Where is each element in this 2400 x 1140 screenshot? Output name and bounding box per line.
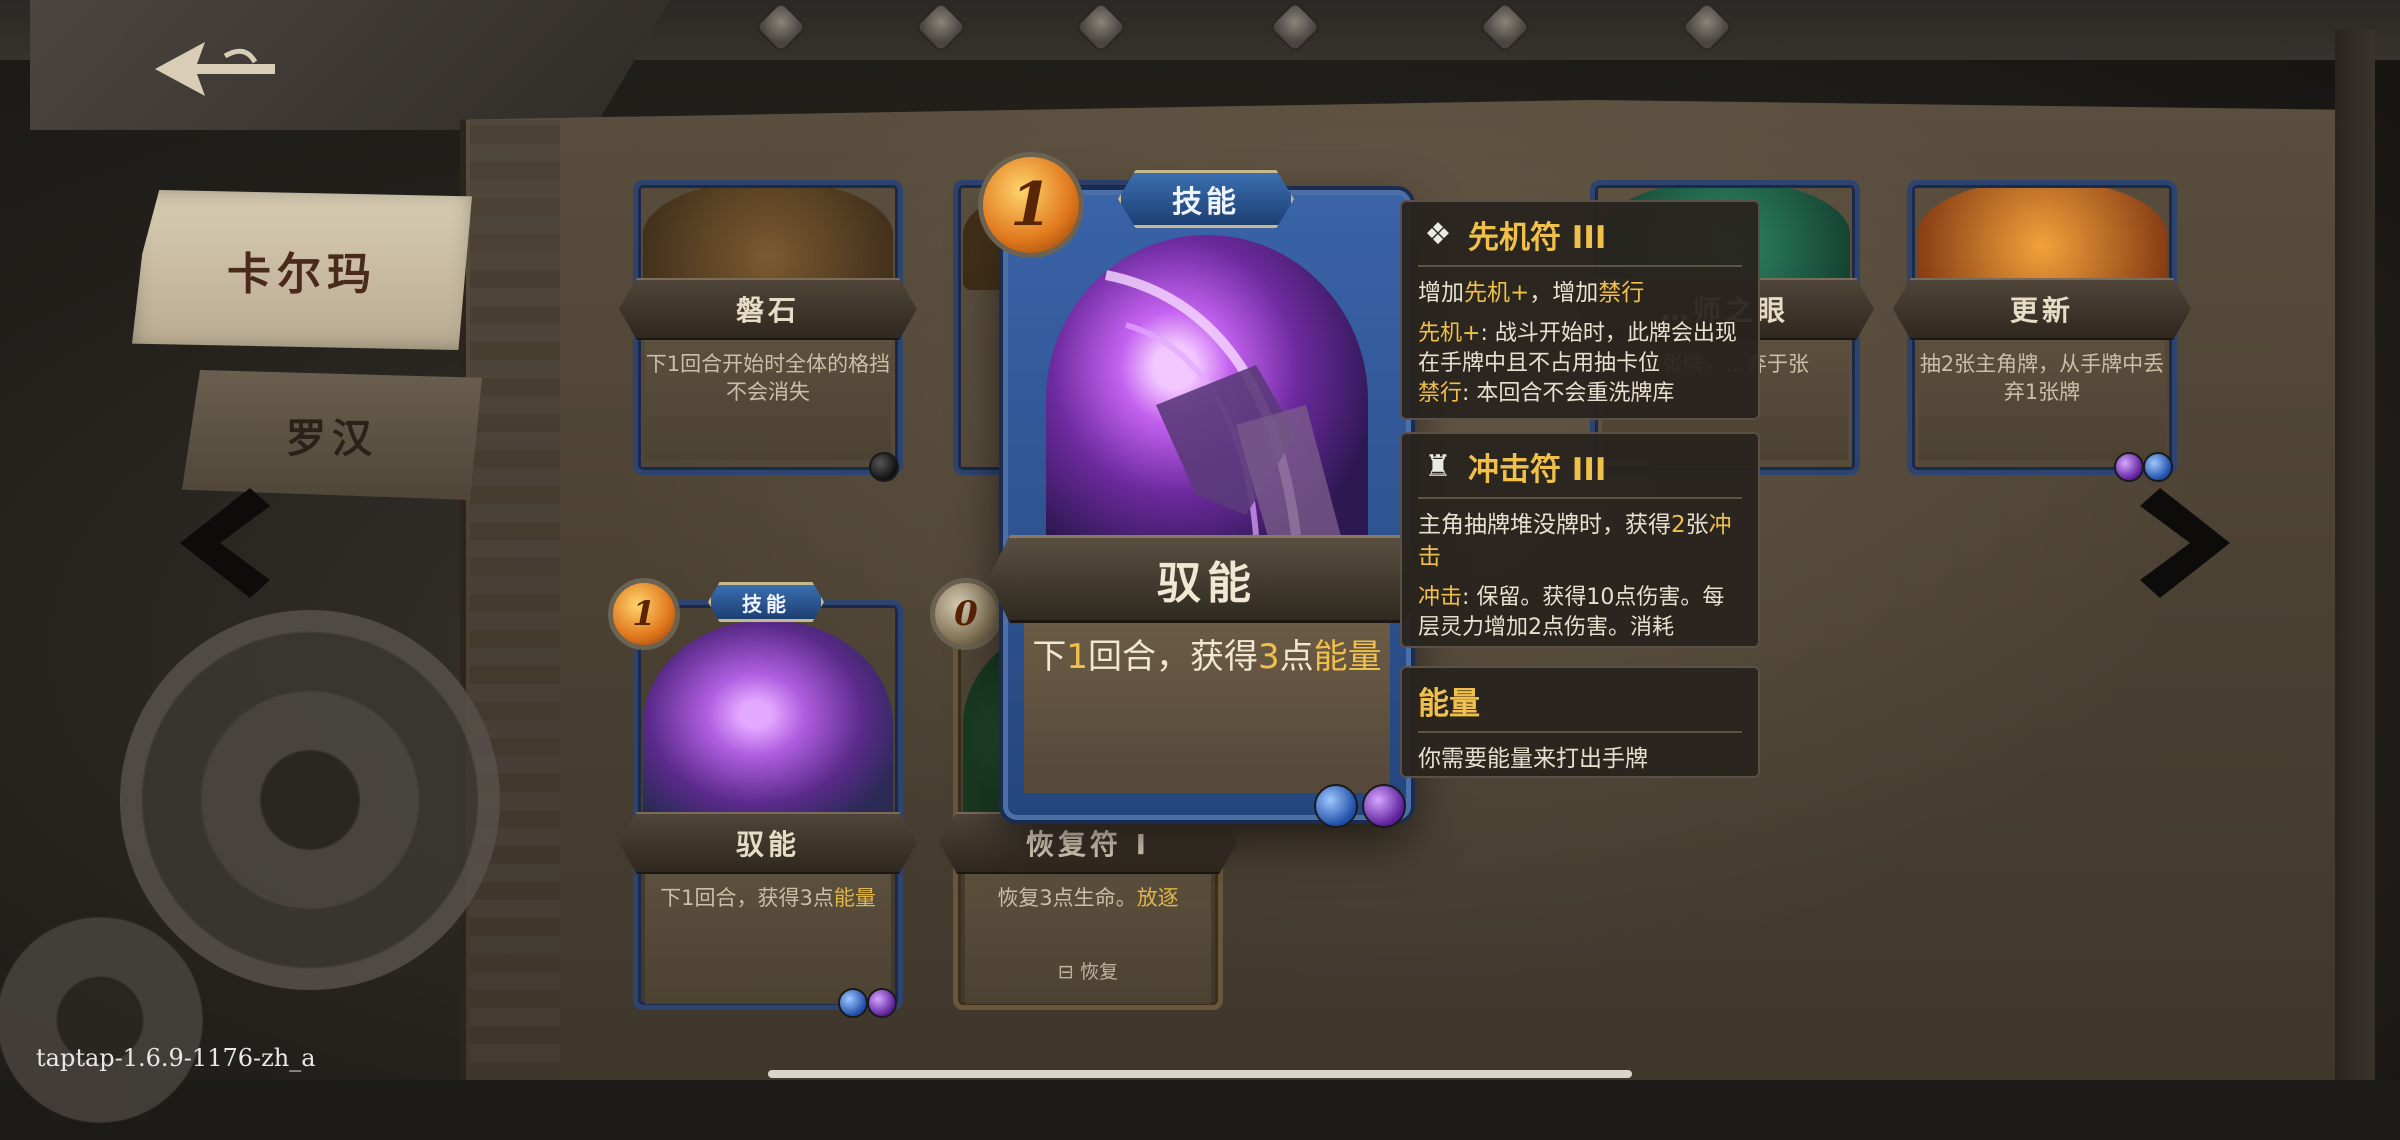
tab-karma[interactable]: 卡尔玛 <box>132 190 472 350</box>
tooltip-title: ❖ 先机符 III <box>1418 212 1742 267</box>
energy-orb-icon <box>1362 784 1406 828</box>
energy-orb-icon <box>2114 452 2144 482</box>
card-description: 下1回合，获得3点能量 <box>645 874 891 1004</box>
back-arrow-icon <box>155 42 275 96</box>
back-button[interactable] <box>140 34 290 104</box>
card-type-tag: 技能 <box>708 582 824 622</box>
cost-badge: 1 <box>978 152 1084 258</box>
next-page-button[interactable] <box>2140 488 2230 598</box>
tab-luohan[interactable]: 罗汉 <box>182 370 482 500</box>
card-name: 恢复符 I <box>939 812 1237 874</box>
build-watermark: taptap-1.6.9-1176-zh_a <box>36 1044 316 1072</box>
tooltip-chongji: ♜ 冲击符 III 主角抽牌堆没牌时，获得2张冲击 冲击: 保留。获得10点伤害… <box>1400 432 1760 648</box>
rivet-icon <box>1680 0 1734 54</box>
strike-icon: ♜ <box>1424 449 1452 484</box>
energy-orb-icon <box>838 988 868 1018</box>
energy-orb-icon <box>1314 784 1358 828</box>
tooltip-keyword: 先机+: 战斗开始时，此牌会出现在手牌中且不占用抽卡位 禁行: 本回合不会重洗牌… <box>1418 321 1737 406</box>
tooltip-title: 能量 <box>1418 678 1742 733</box>
card-gengxin[interactable]: 更新 抽2张主角牌，从手牌中丢弃1张牌 <box>1893 180 2191 482</box>
rivet-icon <box>754 0 808 54</box>
rivet-icon <box>1268 0 1322 54</box>
page-binding <box>470 120 560 1080</box>
home-indicator[interactable] <box>768 1070 1632 1078</box>
card-yuneng-small[interactable]: 驭能 下1回合，获得3点能量 <box>619 600 917 1018</box>
cost-badge: 1 <box>608 578 680 650</box>
energy-orb-icon <box>2143 452 2173 482</box>
card-name: 磐石 <box>619 278 917 340</box>
tooltip-body: 主角抽牌堆没牌时，获得2张冲击 <box>1418 512 1732 570</box>
card-name: 驭能 <box>988 535 1426 623</box>
card-type-tag: 技能 <box>1118 170 1294 228</box>
prev-page-button[interactable] <box>180 488 270 598</box>
header-plate <box>30 0 670 130</box>
cost-badge: 0 <box>930 578 1002 650</box>
cards-icon: ❖ <box>1424 217 1452 252</box>
tooltip-title: ♜ 冲击符 III <box>1418 444 1742 499</box>
card-description: 抽2张主角牌，从手牌中丢弃1张牌 <box>1919 340 2165 460</box>
tooltip-energy: 能量 你需要能量来打出手牌 <box>1400 666 1760 778</box>
featured-card[interactable]: 驭能 下1回合，获得3点能量 <box>988 190 1426 820</box>
card-footer: ⊟ 恢复 <box>1058 961 1118 983</box>
card-panshi[interactable]: 磐石 下1回合开始时全体的格挡不会消失 <box>619 180 917 482</box>
energy-blade-icon <box>1105 270 1346 565</box>
tooltip-xianji: ❖ 先机符 III 增加先机+，增加禁行 先机+: 战斗开始时，此牌会出现在手牌… <box>1400 200 1760 420</box>
tooltip-keyword: 冲击: 保留。获得10点伤害。每层灵力增加2点伤害。消耗 <box>1418 585 1725 640</box>
energy-orb-icon <box>867 988 897 1018</box>
card-name: 驭能 <box>619 812 917 874</box>
card-description: 下1回合，获得3点能量 <box>1024 623 1390 793</box>
card-name: 更新 <box>1893 278 2191 340</box>
rivet-icon <box>1074 0 1128 54</box>
card-description: 下1回合开始时全体的格挡不会消失 <box>645 340 891 460</box>
tooltip-body: 增加先机+，增加禁行 <box>1418 280 1645 306</box>
tooltip-body: 你需要能量来打出手牌 <box>1418 746 1648 772</box>
card-description: 恢复3点生命。放逐 ⊟ 恢复 <box>965 874 1211 1004</box>
rivet-icon <box>914 0 968 54</box>
chevron-right-icon <box>2140 488 2230 598</box>
page-edge <box>2335 30 2375 1080</box>
chevron-left-icon <box>180 488 270 598</box>
energy-orb-icon <box>869 452 899 482</box>
rivet-icon <box>1478 0 1532 54</box>
card-art <box>1046 235 1368 565</box>
